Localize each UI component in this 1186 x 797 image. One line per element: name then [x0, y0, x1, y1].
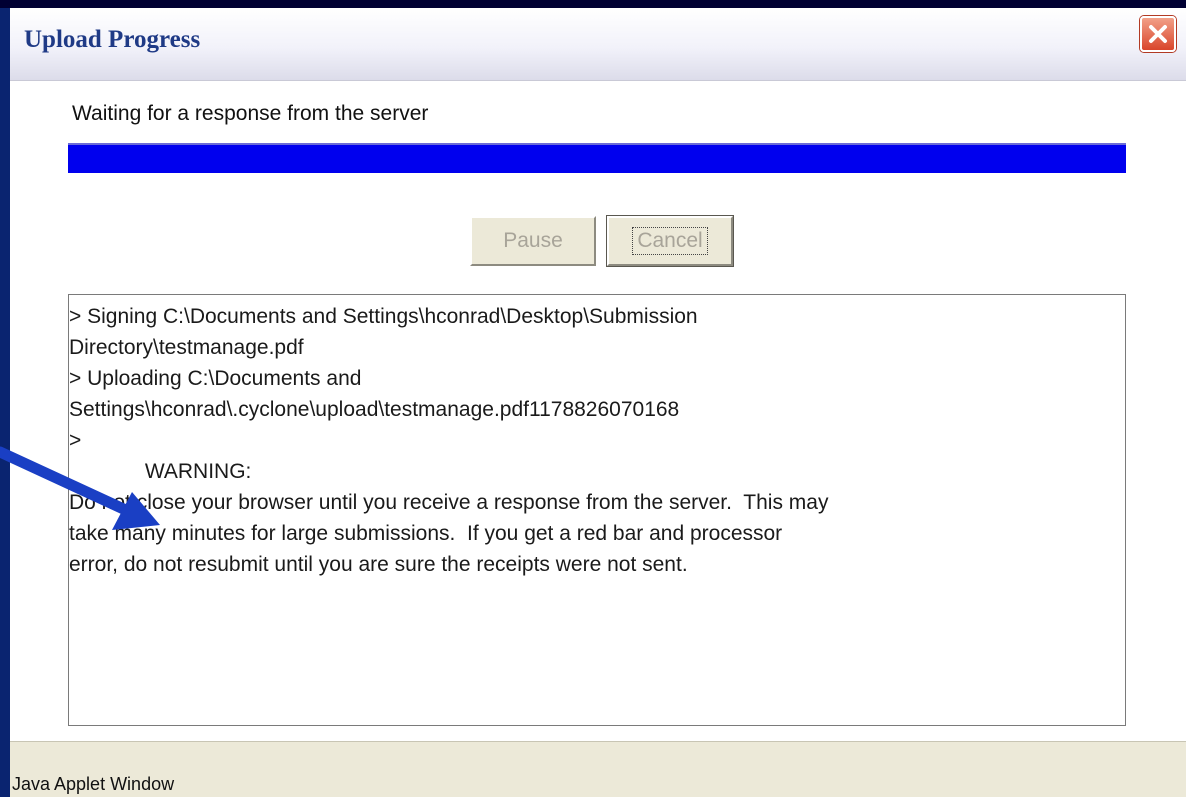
- pause-button[interactable]: Pause: [470, 216, 596, 266]
- window-title: Upload Progress: [24, 26, 201, 53]
- log-line: > Uploading C:\Documents and: [69, 367, 362, 390]
- log-line: Settings\hconrad\.cyclone\upload\testman…: [69, 398, 680, 421]
- warning-line: error, do not resubmit until you are sur…: [69, 553, 688, 576]
- close-x-icon: [1149, 25, 1167, 43]
- warning-line: take many minutes for large submissions.…: [69, 522, 783, 545]
- cancel-button[interactable]: Cancel: [606, 215, 734, 267]
- log-text-area[interactable]: > Signing C:\Documents and Settings\hcon…: [68, 294, 1126, 726]
- warning-line: Do not close your browser until you rece…: [69, 491, 829, 514]
- title-bar[interactable]: Upload Progress: [10, 8, 1186, 81]
- upload-progress-window: Upload Progress Waiting for a response f…: [10, 8, 1186, 797]
- log-line: > Signing C:\Documents and Settings\hcon…: [69, 305, 698, 328]
- warning-heading: WARNING:: [69, 460, 252, 483]
- close-button[interactable]: [1140, 16, 1176, 52]
- log-line: >: [69, 429, 82, 452]
- footer-label: Java Applet Window: [12, 774, 175, 794]
- window-left-border: [0, 8, 10, 797]
- cancel-button-label: Cancel: [632, 227, 708, 255]
- progress-bar: [68, 143, 1126, 173]
- pause-button-label: Pause: [503, 229, 563, 252]
- applet-footer: Java Applet Window: [10, 741, 1186, 797]
- log-line: Directory\testmanage.pdf: [69, 336, 304, 359]
- status-label: Waiting for a response from the server: [72, 102, 429, 125]
